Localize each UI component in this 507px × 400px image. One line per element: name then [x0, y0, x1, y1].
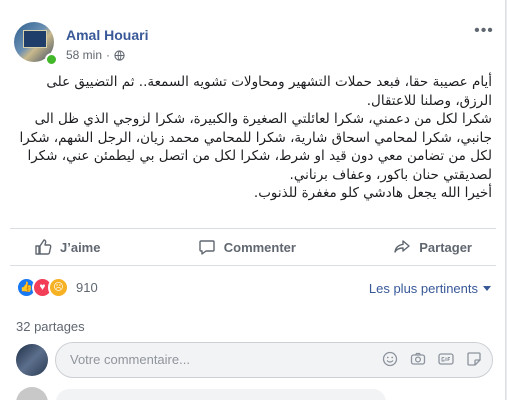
comment-tools: [382, 351, 482, 367]
share-button[interactable]: Partager: [369, 232, 496, 262]
globe-icon: [114, 49, 125, 61]
sort-label: Les plus pertinents: [368, 281, 478, 296]
post-paragraph: أيام عصيبة حقا، فبعد حملات التشهير ومحاو…: [46, 74, 492, 109]
post-meta: 58 min ·: [66, 48, 125, 62]
post-paragraph: أخيرا الله يجعل هادشي كلو مغفرة للذنوب.: [253, 185, 492, 201]
sticker-icon[interactable]: [466, 351, 482, 367]
commenter-avatar[interactable]: [16, 387, 48, 400]
more-icon[interactable]: •••: [474, 23, 494, 42]
comment-composer: Votre commentaire...: [16, 342, 496, 378]
like-label: J’aime: [60, 239, 101, 255]
comment-bubble: [56, 389, 386, 400]
like-icon: [35, 239, 52, 255]
post-card: Amal Houari 58 min · ••• أيام عصيبة حقا،…: [0, 0, 506, 400]
share-label: Partager: [419, 239, 472, 255]
camera-icon[interactable]: [410, 351, 426, 367]
online-status-indicator: [45, 53, 58, 66]
comment-button[interactable]: Commenter: [174, 232, 320, 262]
author-name[interactable]: Amal Houari: [66, 27, 148, 43]
like-button[interactable]: J’aime: [10, 232, 124, 262]
emoji-icon[interactable]: [382, 351, 398, 367]
meta-separator: ·: [106, 48, 111, 62]
comment-input[interactable]: Votre commentaire...: [55, 342, 493, 378]
post-body: أيام عصيبة حقا، فبعد حملات التشهير ومحاو…: [14, 73, 492, 203]
comment-label: Commenter: [223, 239, 296, 255]
user-avatar[interactable]: [16, 344, 48, 376]
post-header: Amal Houari 58 min · •••: [14, 22, 494, 66]
gif-icon[interactable]: [438, 351, 454, 367]
reactions-summary[interactable]: 👍 ♥ ☹ 910: [16, 277, 98, 298]
post-paragraph: شكرا لكل من دعمني، شكرا لعائلتي الصغيرة …: [19, 111, 492, 183]
share-icon: [394, 240, 410, 253]
comment-sort-dropdown[interactable]: Les plus pertinents: [369, 281, 491, 296]
reaction-count: 910: [76, 280, 98, 295]
shares-count[interactable]: 32 partages: [16, 319, 85, 334]
comment-icon: [199, 240, 215, 255]
sad-reaction-icon: ☹: [48, 277, 69, 298]
action-bar: J’aime Commenter Partager: [10, 228, 496, 266]
avatar-image-detail: [23, 30, 47, 48]
chevron-down-icon: [483, 286, 491, 291]
comment-placeholder: Votre commentaire...: [70, 352, 190, 367]
next-comment-preview: [16, 387, 496, 400]
post-time[interactable]: 58 min: [66, 48, 102, 62]
